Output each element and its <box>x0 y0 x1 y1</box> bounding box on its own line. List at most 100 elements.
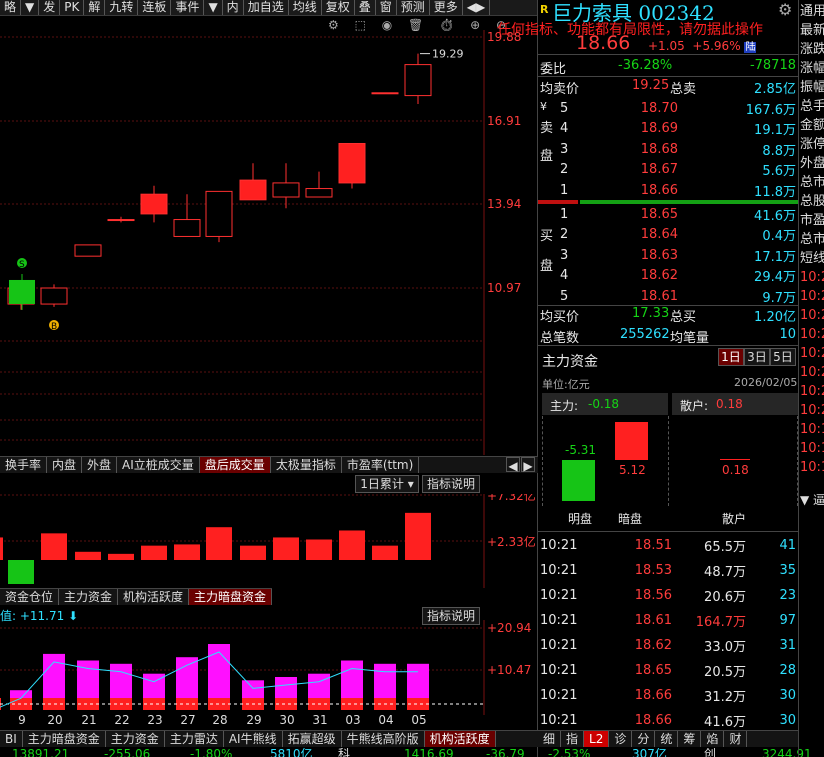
indicator-help-button[interactable]: 指标说明 <box>422 475 480 493</box>
fund-indicator-tabs: 资金仓位 主力资金 机构活跃度 主力暗盘资金 <box>0 588 273 605</box>
weibi-row: 委比 -36.28% -78718 <box>540 58 798 77</box>
fund-tab-1d[interactable]: 1日 <box>718 348 744 366</box>
sell-level-volume: 167.6万 <box>745 102 796 118</box>
fund-tab-0[interactable]: 资金仓位 <box>0 589 60 605</box>
fund-tab-1[interactable]: 主力资金 <box>59 589 119 605</box>
bottom-tab-5[interactable]: 拓赢超级 <box>283 731 342 747</box>
indicator-tab-3[interactable]: AI立桩成交量 <box>117 457 200 473</box>
fund-tab-5d[interactable]: 5日 <box>770 348 796 366</box>
detail-tab-2[interactable]: L2 <box>584 731 610 747</box>
buy-level-row[interactable]: 1 18.65 41.6万 <box>540 204 798 225</box>
tick-row[interactable]: 10:21 18.66 31.2万 30 <box>540 683 798 708</box>
bottom-tab-7[interactable]: 机构活跃度 <box>424 731 496 747</box>
indicator-tab-0[interactable]: 换手率 <box>0 457 48 473</box>
tick-time: 10:21 <box>540 588 578 603</box>
toolbar-item-8[interactable]: ▼ <box>204 0 223 15</box>
tick-volume: 164.7万 <box>695 615 746 630</box>
detail-tab-6[interactable]: 筹 <box>678 731 702 747</box>
volume-bar <box>240 545 266 560</box>
indicator-tab-4[interactable]: 盘后成交量 <box>199 457 271 473</box>
buy-level-row[interactable]: 5 18.61 9.7万 <box>540 286 798 307</box>
tick-row[interactable]: 10:21 18.51 65.5万 41 <box>540 533 798 558</box>
detail-tab-1[interactable]: 指 <box>561 731 585 747</box>
sell-level-row[interactable]: 2 18.67 5.6万 <box>540 160 798 181</box>
sell-level-price: 18.69 <box>640 121 678 137</box>
scroll-right-button[interactable]: ▶ <box>521 457 535 473</box>
fund-tab-3d[interactable]: 3日 <box>744 348 770 366</box>
toolbar-item-1[interactable]: ▼ <box>21 0 40 15</box>
dark-fund-bar <box>275 677 297 698</box>
volume-bar <box>273 537 299 560</box>
tick-row[interactable]: 10:21 18.62 33.0万 31 <box>540 633 798 658</box>
toolbar-item-16[interactable]: 更多 <box>430 0 463 15</box>
buy-level-row[interactable]: 4 18.62 29.4万 <box>540 266 798 287</box>
indicator-tab-6[interactable]: 市盈率(ttm) <box>342 457 420 473</box>
high-price-label: 19.29 <box>432 48 464 61</box>
sell-level-row[interactable]: 4 18.69 19.1万 <box>540 119 798 140</box>
toolbar-item-14[interactable]: 窗 <box>376 0 397 15</box>
tick-row[interactable]: 10:21 18.65 20.5万 28 <box>540 658 798 683</box>
bottom-tab-2[interactable]: 主力资金 <box>106 731 165 747</box>
detail-tab-5[interactable]: 统 <box>655 731 679 747</box>
detail-tab-7[interactable]: 焰 <box>701 731 725 747</box>
buy-level-row[interactable]: 3 18.63 17.1万 <box>540 245 798 266</box>
bottom-tab-3[interactable]: 主力雷达 <box>165 731 224 747</box>
toolbar-item-4[interactable]: 解 <box>84 0 106 15</box>
detail-tab-8[interactable]: 财 <box>724 731 748 747</box>
buy-signal-text: B <box>51 322 57 332</box>
weicha-value: -78718 <box>749 58 796 73</box>
tick-row[interactable]: 10:21 18.56 20.6万 23 <box>540 583 798 608</box>
bottom-tab-4[interactable]: AI牛熊线 <box>224 731 283 747</box>
toolbar-item-3[interactable]: PK <box>60 0 85 15</box>
divider <box>538 531 798 532</box>
bottom-tab-0[interactable]: BI <box>0 731 23 747</box>
toolbar-item-2[interactable]: 发 <box>39 0 61 15</box>
toolbar-item-0[interactable]: 略 <box>0 0 22 15</box>
tick-row[interactable]: 10:21 18.53 48.7万 35 <box>540 558 798 583</box>
sell-level-row[interactable]: 5 18.70 167.6万 <box>540 98 798 119</box>
weibi-value: -36.28% <box>618 58 673 73</box>
toolbar-item-7[interactable]: 事件 <box>171 0 205 15</box>
detail-tab-0[interactable]: 细 <box>538 731 562 747</box>
price-tick-label: 16.91 <box>487 114 521 128</box>
detail-tab-3[interactable]: 诊 <box>609 731 633 747</box>
tick-volume: 33.0万 <box>704 640 746 655</box>
buy-level-row[interactable]: 2 18.64 0.4万 <box>540 225 798 246</box>
settings-gear-icon[interactable]: ⚙ <box>778 0 792 19</box>
sell-level-row[interactable]: 1 18.66 11.8万 <box>540 180 798 201</box>
fund-tab-3[interactable]: 主力暗盘资金 <box>189 589 273 605</box>
bottom-tab-6[interactable]: 牛熊线高阶版 <box>342 731 425 747</box>
column-toggle[interactable]: ▼ 逼 <box>800 491 824 508</box>
toolbar-item-12[interactable]: 复权 <box>322 0 355 15</box>
period-select[interactable]: 1日累计 ▾ <box>355 475 419 493</box>
fund-tab-2[interactable]: 机构活跃度 <box>118 589 190 605</box>
buy-level-volume: 9.7万 <box>762 290 796 306</box>
indicator-tab-5[interactable]: 太极量指标 <box>271 457 342 473</box>
toolbar-item-10[interactable]: 加自选 <box>244 0 289 15</box>
toolbar-item-11[interactable]: 均线 <box>289 0 322 15</box>
toolbar-item-13[interactable]: 叠 <box>355 0 376 15</box>
sell-level-row[interactable]: 3 18.68 8.8万 <box>540 139 798 160</box>
quote-field: 振幅 <box>800 80 824 95</box>
indicator-tab-2[interactable]: 外盘 <box>82 457 118 473</box>
indicator-tab-1[interactable]: 内盘 <box>47 457 83 473</box>
detail-tab-4[interactable]: 分 <box>632 731 656 747</box>
bottom-tab-1[interactable]: 主力暗盘资金 <box>23 731 106 747</box>
weibi-label: 委比 <box>540 62 567 77</box>
scroll-left-button[interactable]: ◀ <box>506 457 520 473</box>
quote-field: 金额 <box>800 118 824 133</box>
toolbar-item-5[interactable]: 九转 <box>105 0 139 15</box>
sell-signal-text: S <box>19 260 25 270</box>
toolbar-item-15[interactable]: 预测 <box>397 0 430 15</box>
candle-body <box>74 244 102 257</box>
candle-body <box>404 64 432 97</box>
toolbar-item-9[interactable]: 内 <box>223 0 244 15</box>
ticker-value: -255.06 <box>104 748 151 757</box>
toolbar-item-6[interactable]: 连板 <box>138 0 172 15</box>
toolbar-item-17[interactable]: ◀▶ <box>463 0 491 15</box>
main-fund-label: 主力: <box>550 399 579 413</box>
indicator-tabs: 换手率 内盘 外盘 AI立桩成交量 盘后成交量 太极量指标 市盈率(ttm) <box>0 456 538 473</box>
candlestick-chart[interactable]: 19.8816.9113.9410.97SB19.29 <box>0 30 538 455</box>
fund-period-tabs: 1日 3日 5日 <box>718 348 796 366</box>
tick-row[interactable]: 10:21 18.61 164.7万 97 <box>540 608 798 633</box>
